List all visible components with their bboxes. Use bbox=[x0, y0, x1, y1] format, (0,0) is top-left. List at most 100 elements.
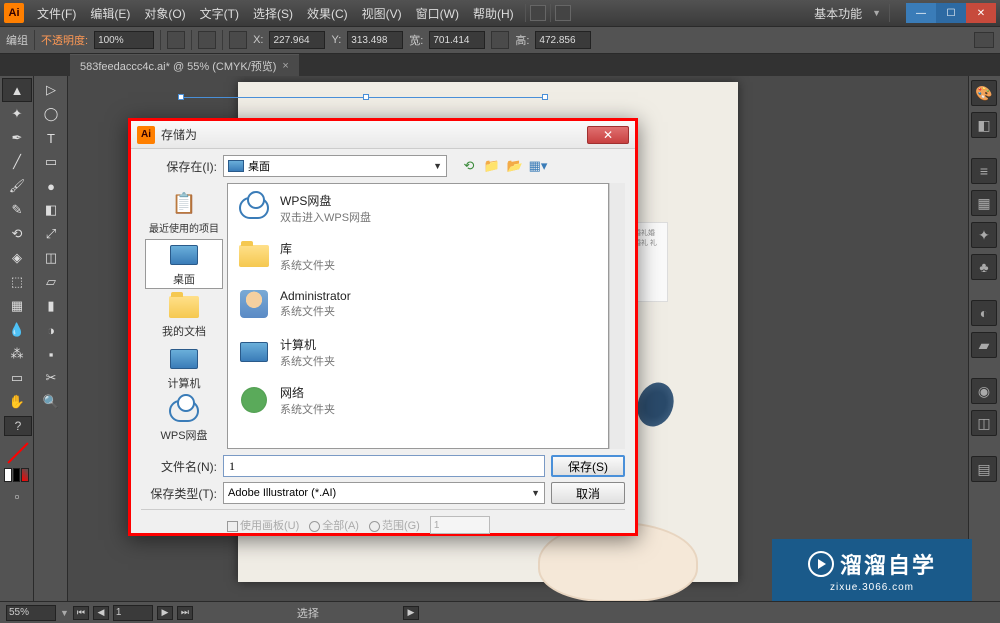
line-tool[interactable]: ╱ bbox=[2, 150, 32, 174]
place-desktop[interactable]: 桌面 bbox=[145, 239, 223, 289]
artboard-tool[interactable]: ▭ bbox=[2, 366, 32, 390]
file-item-library[interactable]: 库 系统文件夹 bbox=[228, 232, 608, 280]
eyedropper-tool[interactable]: 💧 bbox=[2, 318, 32, 342]
menu-object[interactable]: 对象(O) bbox=[137, 5, 192, 22]
back-icon[interactable]: ⟲ bbox=[459, 156, 479, 176]
width-tool[interactable]: ◈ bbox=[2, 246, 32, 270]
prev-artboard-button[interactable]: ◀ bbox=[93, 606, 109, 620]
menu-window[interactable]: 窗口(W) bbox=[409, 5, 466, 22]
bridge-icon[interactable] bbox=[530, 5, 546, 21]
view-menu-icon[interactable]: ▦▾ bbox=[528, 156, 548, 176]
new-folder-icon[interactable]: 📂 bbox=[505, 156, 525, 176]
options-overflow-icon[interactable] bbox=[974, 32, 994, 48]
stroke-panel-icon[interactable]: ≡ bbox=[971, 158, 997, 184]
window-minimize-button[interactable]: — bbox=[906, 3, 936, 23]
symbols-panel-icon[interactable]: ♣ bbox=[971, 254, 997, 280]
swatch-black[interactable] bbox=[13, 468, 21, 482]
rectangle-tool[interactable]: ▭ bbox=[36, 150, 66, 174]
selection-tool[interactable]: ▲ bbox=[2, 78, 32, 102]
type-tool[interactable]: T bbox=[36, 126, 66, 150]
close-icon[interactable]: × bbox=[282, 60, 288, 72]
filetype-combo[interactable]: Adobe Illustrator (*.AI) ▼ bbox=[223, 482, 545, 504]
last-artboard-button[interactable]: ⏭ bbox=[177, 606, 193, 620]
cancel-button[interactable]: 取消 bbox=[551, 482, 625, 504]
workspace-switcher[interactable]: 基本功能 bbox=[808, 5, 868, 22]
arrange-icon[interactable] bbox=[555, 5, 571, 21]
file-item-wps[interactable]: WPS网盘 双击进入WPS网盘 bbox=[228, 184, 608, 232]
symbol-sprayer-tool[interactable]: ⁂ bbox=[2, 342, 32, 366]
width-input[interactable] bbox=[429, 31, 485, 49]
menu-view[interactable]: 视图(V) bbox=[355, 5, 409, 22]
lasso-tool[interactable]: ◯ bbox=[36, 102, 66, 126]
magic-wand-tool[interactable]: ✦ bbox=[2, 102, 32, 126]
rotate-tool[interactable]: ⟲ bbox=[2, 222, 32, 246]
dialog-close-button[interactable]: ✕ bbox=[587, 126, 629, 144]
menu-edit[interactable]: 编辑(E) bbox=[83, 5, 137, 22]
gradient-panel-icon[interactable]: ▰ bbox=[971, 332, 997, 358]
place-recent[interactable]: 📋 最近使用的项目 bbox=[145, 187, 223, 237]
selection-bounding-box[interactable] bbox=[178, 94, 548, 104]
color-guide-panel-icon[interactable]: ◧ bbox=[971, 112, 997, 138]
menu-select[interactable]: 选择(S) bbox=[246, 5, 300, 22]
direct-selection-tool[interactable]: ▷ bbox=[36, 78, 66, 102]
slice-tool[interactable]: ✂ bbox=[36, 366, 66, 390]
menu-help[interactable]: 帮助(H) bbox=[466, 5, 521, 22]
save-in-combo[interactable]: 桌面 ▼ bbox=[223, 155, 447, 177]
zoom-tool[interactable]: 🔍 bbox=[36, 390, 66, 414]
eraser-tool[interactable]: ◧ bbox=[36, 198, 66, 222]
next-artboard-button[interactable]: ▶ bbox=[157, 606, 173, 620]
layers-panel-icon[interactable]: ▤ bbox=[971, 456, 997, 482]
graphic-styles-panel-icon[interactable]: ◫ bbox=[971, 410, 997, 436]
menu-type[interactable]: 文字(T) bbox=[193, 5, 246, 22]
blend-tool[interactable]: ◑ bbox=[36, 318, 66, 342]
window-maximize-button[interactable]: ☐ bbox=[936, 3, 966, 23]
height-input[interactable] bbox=[535, 31, 591, 49]
screen-mode-tool[interactable]: ▫ bbox=[2, 484, 32, 508]
align-icon[interactable] bbox=[198, 31, 216, 49]
place-documents[interactable]: 我的文档 bbox=[145, 291, 223, 341]
pen-tool[interactable]: ✒ bbox=[2, 126, 32, 150]
recolor-icon[interactable] bbox=[167, 31, 185, 49]
mesh-tool[interactable]: ▦ bbox=[2, 294, 32, 318]
menu-effect[interactable]: 效果(C) bbox=[300, 5, 355, 22]
filename-input[interactable] bbox=[223, 455, 545, 477]
x-input[interactable] bbox=[269, 31, 325, 49]
place-wps[interactable]: WPS网盘 bbox=[145, 395, 223, 445]
swatch-white[interactable] bbox=[4, 468, 12, 482]
up-folder-icon[interactable]: 📁 bbox=[482, 156, 502, 176]
paintbrush-tool[interactable]: 🖌 bbox=[2, 174, 32, 198]
hand-tool[interactable]: ✋ bbox=[2, 390, 32, 414]
scrollbar[interactable] bbox=[609, 183, 625, 449]
color-panel-icon[interactable]: 🎨 bbox=[971, 80, 997, 106]
transparency-panel-icon[interactable]: ◐ bbox=[971, 300, 997, 326]
brushes-panel-icon[interactable]: ✦ bbox=[971, 222, 997, 248]
dialog-title-bar[interactable]: Ai 存储为 ✕ bbox=[131, 121, 635, 149]
opacity-input[interactable] bbox=[94, 31, 154, 49]
appearance-panel-icon[interactable]: ◉ bbox=[971, 378, 997, 404]
scale-tool[interactable]: ⤢ bbox=[36, 222, 66, 246]
swatch-none[interactable] bbox=[21, 468, 29, 482]
menu-file[interactable]: 文件(F) bbox=[30, 5, 83, 22]
zoom-select[interactable] bbox=[6, 605, 56, 621]
save-button[interactable]: 保存(S) bbox=[551, 455, 625, 477]
shape-builder-tool[interactable]: ⬚ bbox=[2, 270, 32, 294]
first-artboard-button[interactable]: ⏮ bbox=[73, 606, 89, 620]
place-computer[interactable]: 计算机 bbox=[145, 343, 223, 393]
pencil-tool[interactable]: ✎ bbox=[2, 198, 32, 222]
transform-ref-icon[interactable] bbox=[229, 31, 247, 49]
window-close-button[interactable]: ✕ bbox=[966, 3, 996, 23]
artboard-number-input[interactable] bbox=[113, 605, 153, 621]
free-transform-tool[interactable]: ◫ bbox=[36, 246, 66, 270]
blob-brush-tool[interactable]: ● bbox=[36, 174, 66, 198]
file-item-computer[interactable]: 计算机 系统文件夹 bbox=[228, 328, 608, 376]
document-tab[interactable]: 583feedaccc4c.ai* @ 55% (CMYK/预览) × bbox=[70, 54, 299, 77]
swatches-panel-icon[interactable]: ▦ bbox=[971, 190, 997, 216]
link-wh-icon[interactable] bbox=[491, 31, 509, 49]
file-item-network[interactable]: 网络 系统文件夹 bbox=[228, 376, 608, 424]
column-graph-tool[interactable]: ▪ bbox=[36, 342, 66, 366]
y-input[interactable] bbox=[347, 31, 403, 49]
file-item-admin[interactable]: Administrator 系统文件夹 bbox=[228, 280, 608, 328]
perspective-grid-tool[interactable]: ▱ bbox=[36, 270, 66, 294]
status-nav-button[interactable]: ▶ bbox=[403, 606, 419, 620]
file-list[interactable]: WPS网盘 双击进入WPS网盘 库 系统文件夹 Administrator bbox=[227, 183, 609, 449]
